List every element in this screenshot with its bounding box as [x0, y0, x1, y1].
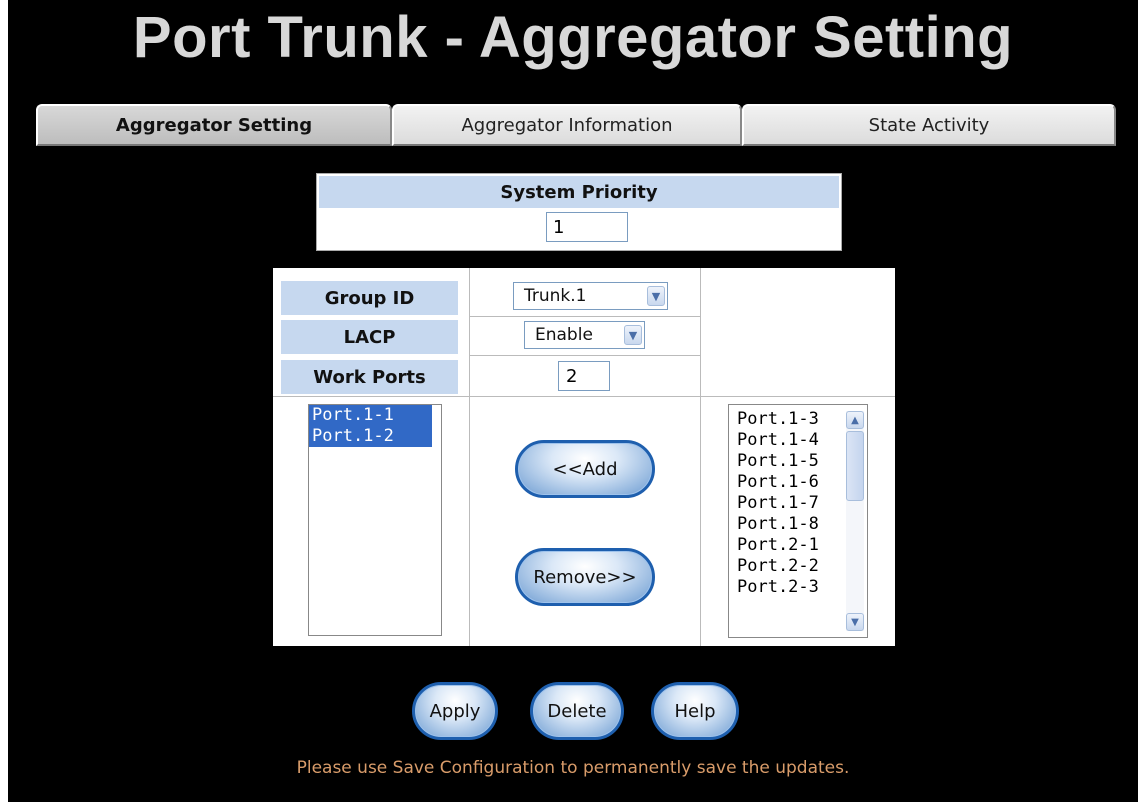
page-frame: Port Trunk - Aggregator Setting Aggregat… [8, 0, 1138, 802]
scrollbar-thumb[interactable] [846, 431, 864, 501]
tab-state-activity[interactable]: State Activity [742, 104, 1116, 146]
grid-divider [469, 316, 700, 317]
chevron-up-icon[interactable]: ▲ [846, 411, 864, 429]
system-priority-label: System Priority [319, 176, 839, 208]
list-item[interactable]: Port.1-3 [735, 409, 819, 430]
remove-button[interactable]: Remove>> [515, 548, 655, 606]
apply-button[interactable]: Apply [412, 682, 498, 740]
group-id-label: Group ID [281, 281, 458, 315]
tab-aggregator-setting[interactable]: Aggregator Setting [36, 104, 392, 146]
group-id-select[interactable]: Trunk.1 ▼ [513, 282, 668, 310]
chevron-down-icon[interactable]: ▼ [846, 613, 864, 631]
list-scrollbar[interactable]: ▲ ▼ [846, 411, 864, 631]
chevron-down-icon: ▼ [624, 325, 642, 345]
system-priority-input[interactable] [546, 212, 628, 242]
grid-divider [273, 396, 895, 397]
save-reminder-note: Please use Save Configuration to permane… [296, 758, 850, 778]
work-ports-label: Work Ports [281, 360, 458, 394]
page-title: Port Trunk - Aggregator Setting [132, 5, 1014, 70]
list-item[interactable]: Port.1-2 [309, 426, 432, 447]
list-item[interactable]: Port.1-5 [735, 451, 819, 472]
list-item[interactable]: Port.2-2 [735, 556, 819, 577]
chevron-down-icon: ▼ [647, 286, 665, 306]
list-item[interactable]: Port.2-3 [735, 577, 819, 598]
list-item[interactable]: Port.2-1 [735, 535, 819, 556]
grid-divider [469, 355, 700, 356]
available-ports-list[interactable]: Port.1-3 Port.1-4 Port.1-5 Port.1-6 Port… [728, 404, 868, 638]
system-priority-panel: System Priority [316, 173, 842, 251]
grid-divider [469, 268, 470, 646]
list-item[interactable]: Port.1-4 [735, 430, 819, 451]
aggregator-group-table: Group ID LACP Work Ports Trunk.1 ▼ Enabl… [273, 268, 895, 646]
list-item[interactable]: Port.1-1 [309, 405, 432, 426]
tab-aggregator-information[interactable]: Aggregator Information [392, 104, 742, 146]
member-ports-list[interactable]: Port.1-1 Port.1-2 [308, 404, 442, 636]
grid-divider [700, 268, 701, 646]
list-item[interactable]: Port.1-7 [735, 493, 819, 514]
list-item[interactable]: Port.1-6 [735, 472, 819, 493]
lacp-value: Enable [535, 325, 593, 345]
group-id-value: Trunk.1 [524, 286, 587, 306]
list-item[interactable]: Port.1-8 [735, 514, 819, 535]
help-button[interactable]: Help [651, 682, 739, 740]
work-ports-input[interactable] [558, 361, 610, 391]
add-button[interactable]: <<Add [515, 440, 655, 498]
lacp-select[interactable]: Enable ▼ [524, 321, 645, 349]
delete-button[interactable]: Delete [530, 682, 624, 740]
lacp-label: LACP [281, 320, 458, 354]
